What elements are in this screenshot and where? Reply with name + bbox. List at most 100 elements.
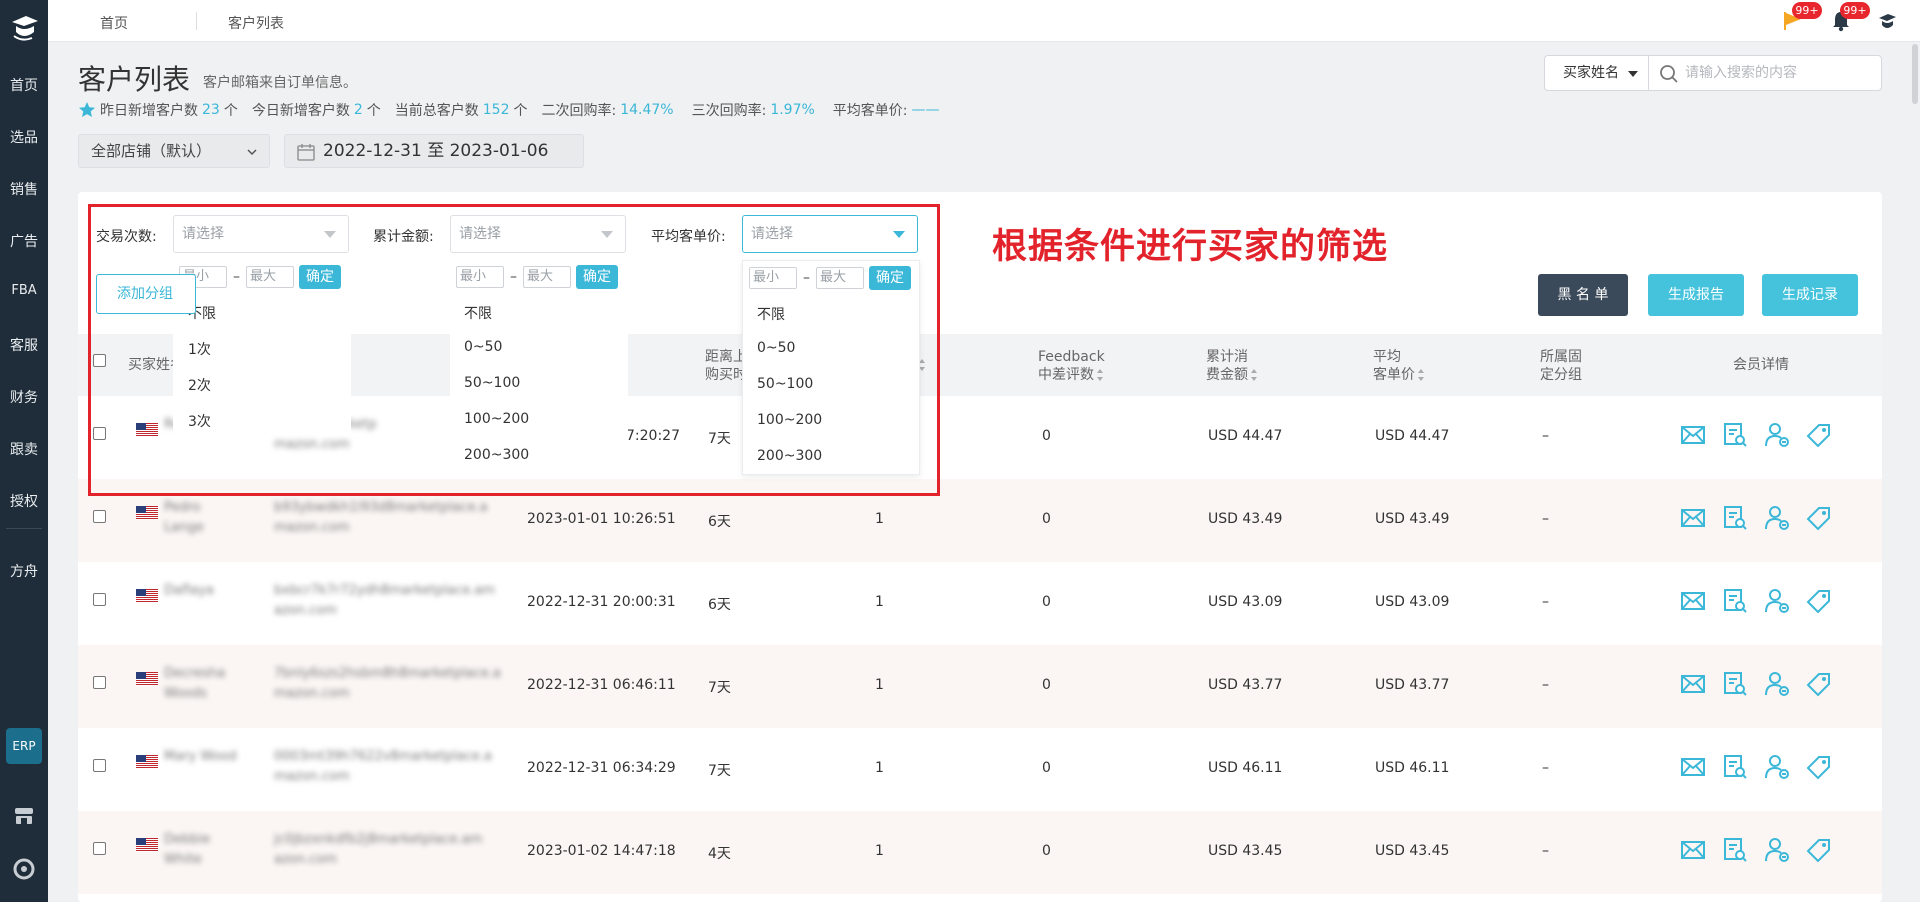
user-avatar-icon[interactable] (1876, 10, 1898, 32)
col-total-spend-line2: 费金额 (1206, 366, 1258, 384)
bell-notification[interactable]: 99+ (1830, 2, 1870, 32)
col-total-spend[interactable]: 累计消 费金额 (1206, 348, 1258, 384)
search-field-value: 买家姓名 (1563, 65, 1619, 81)
buyer-name-line1: Decresha (164, 666, 226, 681)
row-checkbox[interactable] (93, 842, 106, 855)
mail-icon[interactable] (1679, 670, 1707, 698)
feedback-count: 0 (1042, 760, 1051, 776)
last-purchase-time: 2023-01-02 14:47:18 (527, 843, 676, 859)
sidebar-item-ads[interactable]: 广告 (0, 231, 48, 251)
sidebar-item-home[interactable]: 首页 (0, 75, 48, 95)
total-spend: USD 43.77 (1208, 677, 1283, 693)
tag-icon[interactable] (1805, 836, 1833, 864)
us-flag-icon (136, 506, 158, 520)
buyer-email-line2: azon.com (274, 603, 337, 618)
generate-records-button[interactable]: 生成记录 (1762, 274, 1858, 316)
buyer-name-line2: White (164, 852, 202, 867)
search-icon[interactable] (1659, 64, 1679, 84)
erp-button[interactable]: ERP (6, 728, 42, 764)
sidebar-item-product-selection[interactable]: 选品 (0, 127, 48, 147)
col-member-details: 会员详情 (1733, 357, 1789, 373)
flag-notification[interactable]: 99+ (1782, 2, 1822, 32)
page-scrollbar[interactable] (1912, 44, 1918, 104)
store-icon[interactable] (13, 805, 35, 827)
sidebar-item-authorization[interactable]: 授权 (0, 491, 48, 511)
table-row: Mary Wood 0003mt39h7622v8marketplace.a maz… (78, 728, 1882, 811)
user-remove-icon[interactable] (1763, 670, 1791, 698)
order-search-icon[interactable] (1721, 421, 1749, 449)
row-checkbox[interactable] (93, 510, 106, 523)
us-flag-icon (136, 672, 158, 686)
user-remove-icon[interactable] (1763, 421, 1791, 449)
tag-icon[interactable] (1805, 753, 1833, 781)
flag-badge: 99+ (1792, 2, 1822, 19)
mail-icon[interactable] (1679, 504, 1707, 532)
breadcrumb-home[interactable]: 首页 (100, 13, 128, 33)
days-since-purchase: 7天 (708, 680, 731, 696)
tag-icon[interactable] (1805, 587, 1833, 615)
days-since-purchase: 6天 (708, 514, 731, 530)
buyer-name: Mary Wood (164, 747, 244, 767)
row-checkbox[interactable] (93, 759, 106, 772)
order-search-icon[interactable] (1721, 670, 1749, 698)
tag-icon[interactable] (1805, 504, 1833, 532)
mail-icon[interactable] (1679, 421, 1707, 449)
support-icon[interactable] (13, 858, 35, 880)
buyer-name-line1: Debbie (164, 832, 211, 847)
sidebar-item-finance[interactable]: 财务 (0, 387, 48, 407)
buyer-email: 7bnly6szs2hsbm8h8marketplace.a mazon.com (274, 664, 504, 704)
assigned-group: – (1542, 594, 1549, 610)
search-input[interactable] (1685, 60, 1875, 86)
date-range-value: 2022-12-31 至 2023-01-06 (323, 141, 549, 161)
days-since-purchase: 7天 (708, 763, 731, 779)
generate-report-button[interactable]: 生成报告 (1648, 274, 1744, 316)
col-avg-price-line2: 客单价 (1373, 366, 1425, 384)
date-range-picker[interactable]: 2022-12-31 至 2023-01-06 (284, 134, 584, 168)
col-total-spend-line1: 累计消 (1206, 349, 1248, 365)
us-flag-icon (136, 589, 158, 603)
buyer-email-line1: jc0jbzxnkdfb2j8marketplace.am (274, 832, 483, 847)
left-sidebar: 首页 选品 销售 广告 FBA 客服 财务 跟卖 授权 方舟 ERP (0, 0, 48, 902)
col-avg-price[interactable]: 平均 客单价 (1373, 348, 1425, 384)
yesterday-new-label: 昨日新增客户数 (100, 103, 198, 119)
user-remove-icon[interactable] (1763, 504, 1791, 532)
order-search-icon[interactable] (1721, 504, 1749, 532)
blacklist-button[interactable]: 黑 名 单 (1538, 274, 1628, 316)
caret-down-icon (1628, 71, 1638, 77)
tag-icon[interactable] (1805, 670, 1833, 698)
buyer-email: jc0jbzxnkdfb2j8marketplace.am azon.com (274, 830, 504, 870)
sidebar-item-fba[interactable]: FBA (0, 283, 48, 298)
row-checkbox[interactable] (93, 593, 106, 606)
breadcrumb-current[interactable]: 客户列表 (228, 13, 284, 33)
order-search-icon[interactable] (1721, 753, 1749, 781)
customer-stats: 昨日新增客户数 23 个 今日新增客户数 2 个 当前总客户数 152 个 二次… (78, 100, 944, 120)
buyer-name-line1: Pedro (164, 500, 201, 515)
user-remove-icon[interactable] (1763, 836, 1791, 864)
order-search-icon[interactable] (1721, 836, 1749, 864)
order-search-icon[interactable] (1721, 587, 1749, 615)
buyer-email: bxbcr7k7r72ydh8marketplace.am azon.com (274, 581, 504, 621)
tag-icon[interactable] (1805, 421, 1833, 449)
buyer-name-line2: Woods (164, 686, 208, 701)
purchase-count: 1 (875, 843, 884, 859)
feedback-count: 0 (1042, 594, 1051, 610)
search-field-select[interactable]: 买家姓名 (1545, 56, 1649, 90)
app-logo-icon[interactable] (8, 10, 40, 44)
sidebar-item-ark[interactable]: 方舟 (0, 561, 48, 581)
assigned-group: – (1542, 843, 1549, 859)
avg-order-value: USD 43.49 (1375, 511, 1450, 527)
sidebar-item-customer-service[interactable]: 客服 (0, 335, 48, 355)
last-purchase-time: 2022-12-31 06:46:11 (527, 677, 676, 693)
purchase-count: 1 (875, 511, 884, 527)
sidebar-item-follow-sell[interactable]: 跟卖 (0, 439, 48, 459)
sidebar-item-sales[interactable]: 销售 (0, 179, 48, 199)
col-feedback[interactable]: Feedback 中差评数 (1038, 348, 1105, 384)
row-checkbox[interactable] (93, 676, 106, 689)
user-remove-icon[interactable] (1763, 753, 1791, 781)
store-select[interactable]: 全部店铺（默认） (78, 134, 270, 168)
mail-icon[interactable] (1679, 836, 1707, 864)
user-remove-icon[interactable] (1763, 587, 1791, 615)
mail-icon[interactable] (1679, 587, 1707, 615)
mail-icon[interactable] (1679, 753, 1707, 781)
sidebar-divider (6, 528, 42, 529)
